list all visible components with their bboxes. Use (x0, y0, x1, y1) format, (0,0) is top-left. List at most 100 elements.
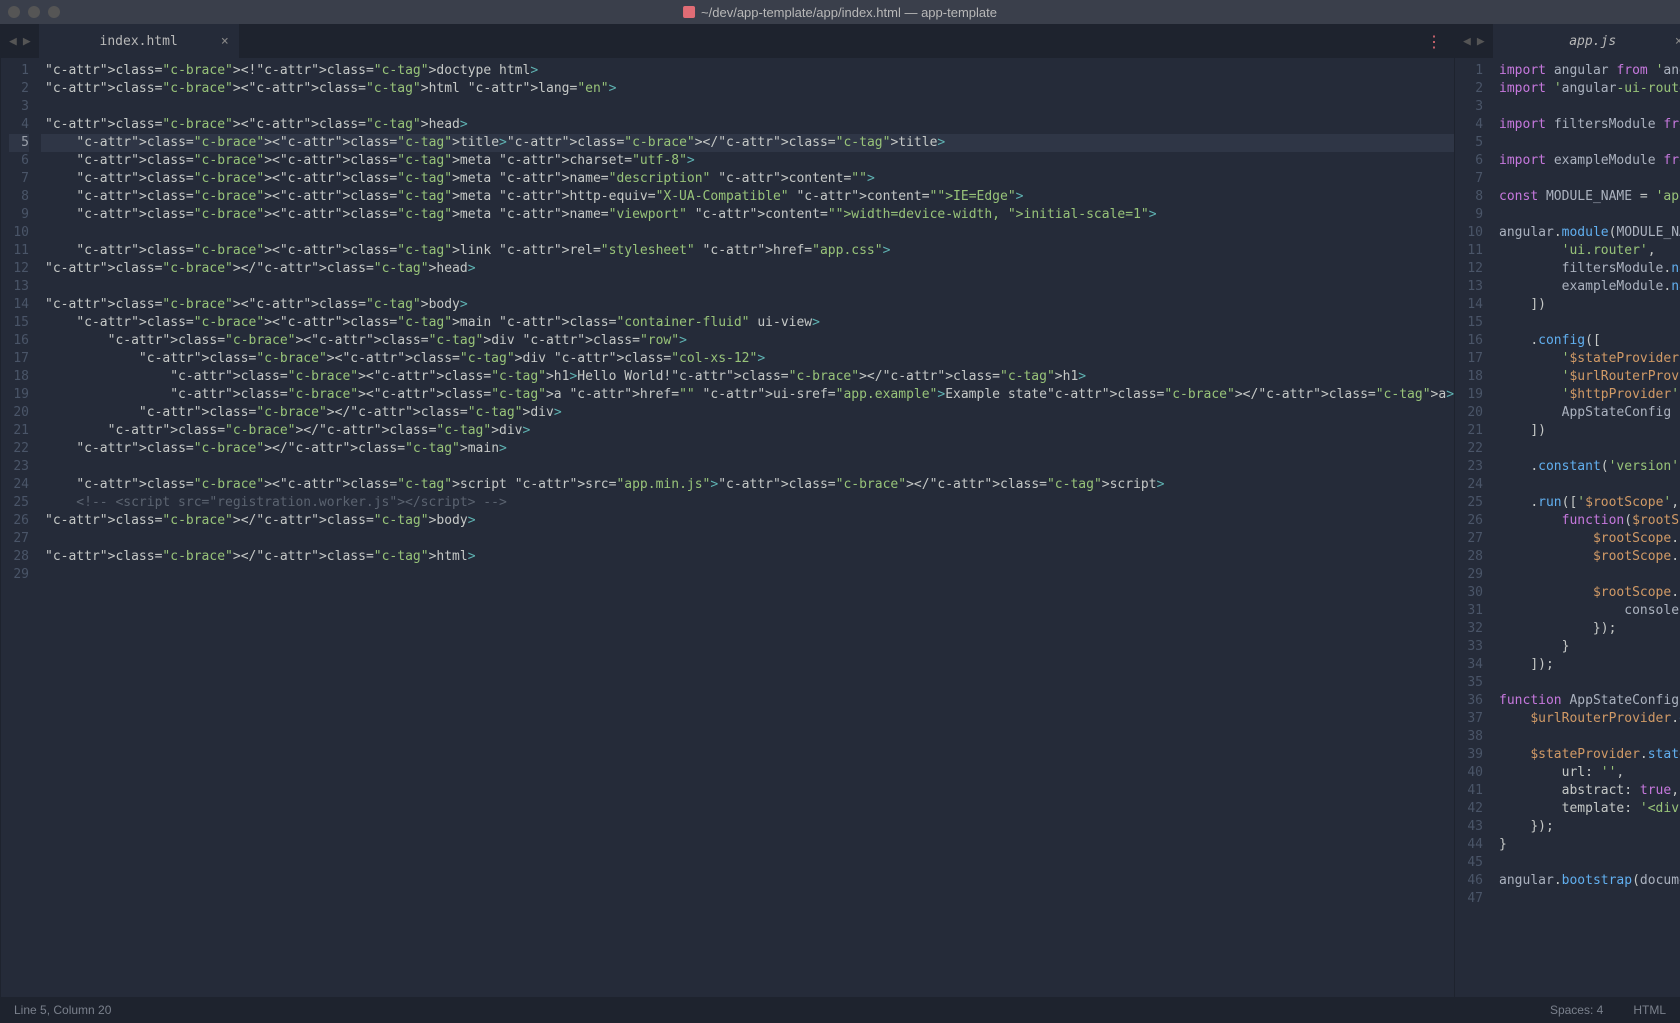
minimize-window-icon[interactable] (28, 6, 40, 18)
editor-pane-2: ◀ ▶ app.js × ⋮ 1234567891011121314151617… (1454, 24, 1680, 997)
code-line[interactable] (1495, 98, 1680, 116)
nav-forward-icon[interactable]: ▶ (1477, 34, 1485, 49)
code-line[interactable] (1495, 134, 1680, 152)
code-line[interactable]: '$urlRouterProvider', (1495, 368, 1680, 386)
code-line[interactable]: import 'angular-ui-router'; (1495, 80, 1680, 98)
code-line[interactable] (1495, 476, 1680, 494)
code-line[interactable]: ]); (1495, 656, 1680, 674)
status-cursor[interactable]: Line 5, Column 20 (14, 1003, 111, 1017)
nav-forward-icon[interactable]: ▶ (23, 34, 31, 49)
code-line[interactable]: .constant('version', require('../package… (1495, 458, 1680, 476)
code-line[interactable]: .config([ (1495, 332, 1680, 350)
code-line[interactable]: $rootScope.$on('$routeChangeError', func… (1495, 584, 1680, 602)
code-line[interactable]: <!-- <script src="registration.worker.js… (41, 494, 1454, 512)
code-line[interactable]: "c-attr">class="c-brace"></"c-attr">clas… (41, 404, 1454, 422)
code-line[interactable]: "c-attr">class="c-brace"></"c-attr">clas… (41, 260, 1454, 278)
code-line[interactable]: } (1495, 836, 1680, 854)
code-line[interactable]: AppStateConfig (1495, 404, 1680, 422)
code-line[interactable]: exampleModule.name (1495, 278, 1680, 296)
code-line[interactable] (1495, 854, 1680, 872)
code-line[interactable] (1495, 728, 1680, 746)
code-line[interactable]: $rootScope.$stateParams = $stateParams; (1495, 548, 1680, 566)
code-line[interactable]: import angular from 'angular'; (1495, 62, 1680, 80)
code-2[interactable]: import angular from 'angular';import 'an… (1495, 58, 1680, 997)
code-line[interactable]: "c-attr">class="c-brace"><"c-attr">class… (41, 206, 1454, 224)
code-line[interactable] (1495, 170, 1680, 188)
code-line[interactable]: $rootScope.$state = $state; (1495, 530, 1680, 548)
code-line[interactable]: function($rootScope, $state, $stateParam… (1495, 512, 1680, 530)
code-line[interactable]: template: '<div ui-view></div>' (1495, 800, 1680, 818)
close-icon[interactable]: × (1675, 34, 1680, 49)
code-line[interactable]: angular.module(MODULE_NAME, [ (1495, 224, 1680, 242)
status-language[interactable]: HTML (1633, 1003, 1666, 1017)
code-line[interactable]: "c-attr">class="c-brace"></"c-attr">clas… (41, 422, 1454, 440)
pane-menu-icon[interactable]: ⋮ (1414, 24, 1454, 58)
code-line[interactable]: "c-attr">class="c-brace"></"c-attr">clas… (41, 512, 1454, 530)
code-line[interactable] (41, 566, 1454, 584)
code-line[interactable]: "c-attr">class="c-brace"><"c-attr">class… (41, 80, 1454, 98)
titlebar: ~/dev/app-template/app/index.html — app-… (0, 0, 1680, 24)
file-icon (683, 6, 695, 18)
code-line[interactable] (41, 98, 1454, 116)
code-line[interactable] (1495, 314, 1680, 332)
code-line[interactable]: }); (1495, 620, 1680, 638)
code-line[interactable]: ]) (1495, 422, 1680, 440)
code-line[interactable] (41, 278, 1454, 296)
code-line[interactable]: "c-attr">class="c-brace"><"c-attr">class… (41, 296, 1454, 314)
close-window-icon[interactable] (8, 6, 20, 18)
code-line[interactable] (1495, 890, 1680, 908)
code-line[interactable]: "c-attr">class="c-brace"><"c-attr">class… (41, 368, 1454, 386)
code-area-1[interactable]: 1234567891011121314151617181920212223242… (1, 58, 1454, 997)
code-line[interactable]: "c-attr">class="c-brace"></"c-attr">clas… (41, 440, 1454, 458)
code-line[interactable]: "c-attr">class="c-brace"><"c-attr">class… (41, 386, 1454, 404)
code-line[interactable]: "c-attr">class="c-brace"><"c-attr">class… (41, 332, 1454, 350)
code-line[interactable]: "c-attr">class="c-brace"><"c-attr">class… (41, 134, 1454, 152)
code-line[interactable] (1495, 440, 1680, 458)
close-icon[interactable]: × (221, 34, 229, 49)
code-line[interactable]: angular.bootstrap(document.querySelector… (1495, 872, 1680, 890)
code-line[interactable] (41, 530, 1454, 548)
zoom-window-icon[interactable] (48, 6, 60, 18)
code-line[interactable]: "c-attr">class="c-brace"><"c-attr">class… (41, 242, 1454, 260)
code-line[interactable]: "c-attr">class="c-brace"><!"c-attr">clas… (41, 62, 1454, 80)
code-line[interactable]: function AppStateConfig($stateProvider, … (1495, 692, 1680, 710)
code-line[interactable]: $stateProvider.state('app', { (1495, 746, 1680, 764)
code-area-2[interactable]: 1234567891011121314151617181920212223242… (1455, 58, 1680, 997)
code-line[interactable]: "c-attr">class="c-brace"><"c-attr">class… (41, 188, 1454, 206)
code-line[interactable]: "c-attr">class="c-brace"></"c-attr">clas… (41, 548, 1454, 566)
code-line[interactable]: import filtersModule from './common/filt… (1495, 116, 1680, 134)
code-line[interactable] (1495, 674, 1680, 692)
nav-back-icon[interactable]: ◀ (1463, 34, 1471, 49)
code-line[interactable]: "c-attr">class="c-brace"><"c-attr">class… (41, 170, 1454, 188)
code-line[interactable]: .run(['$rootScope', '$state', '$statePar… (1495, 494, 1680, 512)
code-line[interactable]: $urlRouterProvider.otherwise(''); (1495, 710, 1680, 728)
code-line[interactable]: 'ui.router', (1495, 242, 1680, 260)
code-line[interactable]: '$stateProvider', (1495, 350, 1680, 368)
code-line[interactable]: }); (1495, 818, 1680, 836)
code-line[interactable] (1495, 566, 1680, 584)
code-line[interactable]: ]) (1495, 296, 1680, 314)
code-line[interactable]: "c-attr">class="c-brace"><"c-attr">class… (41, 314, 1454, 332)
code-line[interactable]: const MODULE_NAME = 'app'; (1495, 188, 1680, 206)
code-line[interactable]: import exampleModule from './example'; (1495, 152, 1680, 170)
code-line[interactable]: } (1495, 638, 1680, 656)
window-title: ~/dev/app-template/app/index.html — app-… (683, 5, 997, 20)
code-line[interactable]: "c-attr">class="c-brace"><"c-attr">class… (41, 476, 1454, 494)
code-line[interactable]: url: '', (1495, 764, 1680, 782)
code-1[interactable]: "c-attr">class="c-brace"><!"c-attr">clas… (41, 58, 1454, 997)
code-line[interactable] (41, 224, 1454, 242)
tabbar-2: ◀ ▶ app.js × ⋮ (1455, 24, 1680, 58)
code-line[interactable]: console.log('failed to change routes', a… (1495, 602, 1680, 620)
status-spaces[interactable]: Spaces: 4 (1550, 1003, 1603, 1017)
code-line[interactable]: "c-attr">class="c-brace"><"c-attr">class… (41, 350, 1454, 368)
code-line[interactable] (1495, 206, 1680, 224)
tab-app-js[interactable]: app.js × (1493, 24, 1680, 58)
nav-back-icon[interactable]: ◀ (9, 34, 17, 49)
code-line[interactable]: '$httpProvider', (1495, 386, 1680, 404)
tab-index-html[interactable]: index.html × (39, 24, 239, 58)
code-line[interactable]: "c-attr">class="c-brace"><"c-attr">class… (41, 116, 1454, 134)
code-line[interactable]: abstract: true, (1495, 782, 1680, 800)
code-line[interactable]: "c-attr">class="c-brace"><"c-attr">class… (41, 152, 1454, 170)
code-line[interactable] (41, 458, 1454, 476)
code-line[interactable]: filtersModule.name, (1495, 260, 1680, 278)
